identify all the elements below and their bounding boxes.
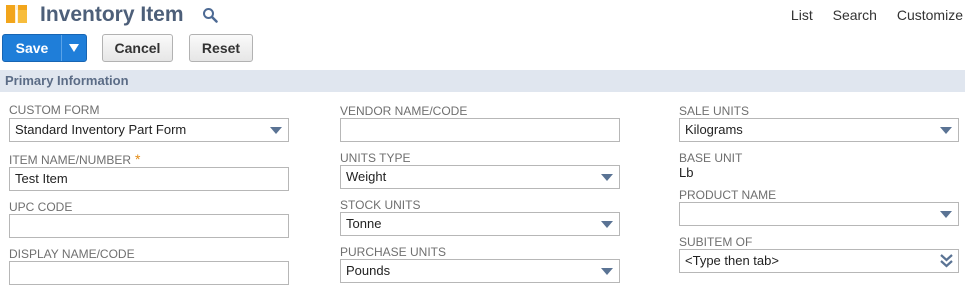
customize-link[interactable]: Customize (897, 7, 963, 23)
sale-units-label: SALE UNITS (679, 104, 750, 118)
search-link[interactable]: Search (833, 7, 877, 23)
custom-form-label: CUSTOM FORM (9, 103, 100, 117)
reset-button[interactable]: Reset (189, 34, 253, 62)
purchase-units-select[interactable]: Pounds (340, 259, 620, 283)
caret-down-icon (601, 268, 613, 275)
save-button-label[interactable]: Save (3, 35, 61, 61)
caret-down-icon (940, 127, 952, 134)
double-chevron-down-icon[interactable] (940, 254, 953, 268)
product-name-label: PRODUCT NAME (679, 188, 777, 202)
sale-units-select[interactable]: Kilograms (679, 118, 959, 142)
list-link[interactable]: List (791, 7, 813, 23)
base-unit-value: Lb (679, 165, 694, 180)
caret-down-icon (270, 127, 282, 134)
subitem-of-select[interactable]: <Type then tab> (679, 249, 959, 273)
save-options-button[interactable] (62, 35, 86, 61)
item-name-label-text: ITEM NAME/NUMBER (9, 153, 132, 167)
upc-code-input[interactable] (9, 214, 289, 238)
save-button[interactable]: Save (2, 34, 87, 62)
section-header[interactable]: Primary Information (0, 70, 965, 92)
base-unit-label: BASE UNIT (679, 151, 743, 165)
purchase-units-label: PURCHASE UNITS (340, 245, 447, 259)
display-name-label: DISPLAY NAME/CODE (9, 247, 135, 261)
page-header: Inventory Item List Search Customize (0, 0, 965, 30)
stock-units-select[interactable]: Tonne (340, 212, 620, 236)
item-name-label: ITEM NAME/NUMBER * (9, 152, 140, 167)
vendor-name-label: VENDOR NAME/CODE (340, 104, 468, 118)
stock-units-value: Tonne (346, 216, 382, 231)
caret-down-icon (940, 211, 952, 218)
inventory-item-icon (6, 5, 27, 23)
toolbar: Save Cancel Reset (0, 34, 965, 62)
upc-code-label: UPC CODE (9, 200, 73, 214)
item-name-input[interactable]: Test Item (9, 167, 289, 191)
custom-form-select[interactable]: Standard Inventory Part Form (9, 118, 289, 142)
sale-units-value: Kilograms (685, 122, 743, 137)
units-type-label: UNITS TYPE (340, 151, 411, 165)
subitem-of-value: <Type then tab> (685, 253, 779, 268)
purchase-units-value: Pounds (346, 263, 391, 278)
custom-form-value: Standard Inventory Part Form (15, 122, 187, 137)
dropdown-arrow-icon[interactable] (69, 44, 79, 52)
section-title: Primary Information (5, 73, 129, 88)
item-name-value: Test Item (15, 171, 68, 186)
top-links: List Search Customize (775, 7, 963, 23)
caret-down-icon (601, 174, 613, 181)
units-type-value: Weight (346, 169, 387, 184)
display-name-input[interactable] (9, 261, 289, 285)
cancel-button[interactable]: Cancel (102, 34, 173, 62)
required-indicator: * (135, 151, 141, 167)
subitem-of-label: SUBITEM OF (679, 235, 753, 249)
stock-units-label: STOCK UNITS (340, 198, 421, 212)
vendor-name-input[interactable] (340, 118, 620, 142)
units-type-select[interactable]: Weight (340, 165, 620, 189)
page-title: Inventory Item (40, 3, 184, 26)
caret-down-icon (601, 221, 613, 228)
product-name-select[interactable] (679, 202, 959, 226)
search-icon[interactable] (202, 7, 218, 23)
